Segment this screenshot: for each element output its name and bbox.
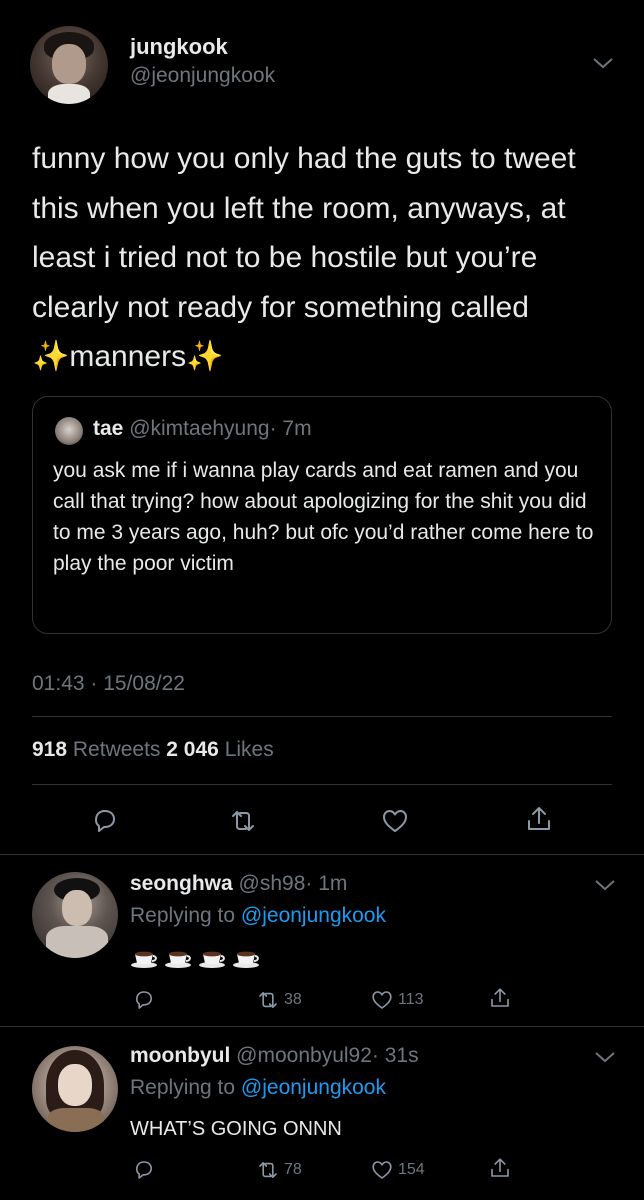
chevron-down-icon[interactable] xyxy=(594,1050,616,1064)
replying-to: Replying to @jeonjungkook xyxy=(130,904,386,927)
sparkles-emoji: ✨ xyxy=(32,340,70,373)
reply-author-name[interactable]: seonghwa @sh98· 1m xyxy=(130,872,347,896)
retweet-count: 78 xyxy=(284,1161,302,1178)
share-icon xyxy=(528,807,550,830)
reply-button[interactable] xyxy=(132,988,156,1012)
quoted-author-avatar xyxy=(55,417,83,445)
heart-icon xyxy=(383,810,407,832)
tweet-text-manners: manners xyxy=(69,340,187,373)
likes-label[interactable]: Likes xyxy=(225,738,274,761)
reply-text: WHAT’S GOING ONNN xyxy=(130,1118,342,1140)
author-name[interactable]: jungkook xyxy=(130,34,228,60)
replying-to-link[interactable]: @jeonjungkook xyxy=(241,904,386,927)
reply-icon xyxy=(136,991,152,1009)
reply-content xyxy=(130,946,260,968)
quoted-author-name: tae xyxy=(93,417,124,440)
author-handle[interactable]: @jeonjungkook xyxy=(130,64,275,88)
quoted-tweet-time: · 7m xyxy=(269,417,312,440)
tweet-timestamp: 01:43 · 15/08/22 xyxy=(32,672,185,695)
reply-author-name[interactable]: moonbyul @moonbyul92· 31s xyxy=(130,1044,419,1068)
retweet-icon xyxy=(259,1162,277,1178)
divider xyxy=(32,716,612,717)
replying-to-link[interactable]: @jeonjungkook xyxy=(241,1076,386,1099)
retweet-icon xyxy=(232,811,254,831)
reply-avatar[interactable] xyxy=(32,1046,118,1132)
share-button[interactable] xyxy=(524,804,554,834)
like-count: 113 xyxy=(398,991,424,1008)
reply-avatar[interactable] xyxy=(32,872,118,958)
likes-count[interactable]: 2 046 xyxy=(166,738,219,761)
share-icon xyxy=(491,988,509,1007)
reply-time: · 1m xyxy=(305,872,348,895)
share-icon xyxy=(491,1158,509,1177)
reply-button[interactable] xyxy=(90,806,120,836)
retweet-button[interactable] xyxy=(228,806,258,836)
quoted-tweet[interactable]: tae @kimtaehyung· 7m you ask me if i wan… xyxy=(32,396,612,634)
retweet-button[interactable]: 78 xyxy=(256,1158,302,1182)
like-button[interactable]: 113 xyxy=(370,988,424,1012)
retweets-label[interactable]: Retweets xyxy=(73,738,161,761)
replying-to: Replying to @jeonjungkook xyxy=(130,1076,386,1099)
reply-icon xyxy=(95,810,115,832)
retweets-count[interactable]: 918 xyxy=(32,738,67,761)
retweet-button[interactable]: 38 xyxy=(256,988,302,1012)
reply-time: · 31s xyxy=(371,1044,419,1067)
divider xyxy=(0,854,644,855)
heart-icon xyxy=(372,991,392,1009)
reply-button[interactable] xyxy=(132,1158,156,1182)
tweet-stats: 918 Retweets 2 046 Likes xyxy=(32,738,274,762)
sparkles-emoji: ✨ xyxy=(186,340,224,373)
share-button[interactable] xyxy=(488,1156,512,1180)
retweet-icon xyxy=(259,992,277,1008)
reply-icon xyxy=(136,1161,152,1179)
coffee-cup-icon xyxy=(164,946,192,968)
share-button[interactable] xyxy=(488,986,512,1010)
like-button[interactable] xyxy=(380,806,410,836)
reply-author-handle[interactable]: @moonbyul92 xyxy=(236,1044,372,1067)
quoted-author-handle: @kimtaehyung xyxy=(129,417,270,440)
quoted-tweet-header: tae @kimtaehyung· 7m xyxy=(93,417,312,441)
tweet-text-main: funny how you only had the guts to tweet… xyxy=(32,142,576,324)
coffee-cup-icon xyxy=(130,946,158,968)
quoted-tweet-text: you ask me if i wanna play cards and eat… xyxy=(53,459,594,575)
divider xyxy=(32,784,612,785)
coffee-cup-icon xyxy=(198,946,226,968)
chevron-down-icon[interactable] xyxy=(594,878,616,892)
chevron-down-icon[interactable] xyxy=(592,56,614,70)
retweet-count: 38 xyxy=(284,991,302,1008)
tweet-text: funny how you only had the guts to tweet… xyxy=(32,134,622,382)
author-avatar[interactable] xyxy=(30,26,108,104)
heart-icon xyxy=(372,1161,392,1179)
reply-author-handle[interactable]: @sh98 xyxy=(239,872,306,895)
like-button[interactable]: 154 xyxy=(370,1158,425,1182)
like-count: 154 xyxy=(398,1161,425,1178)
coffee-cup-icon xyxy=(232,946,260,968)
divider xyxy=(0,1026,644,1027)
